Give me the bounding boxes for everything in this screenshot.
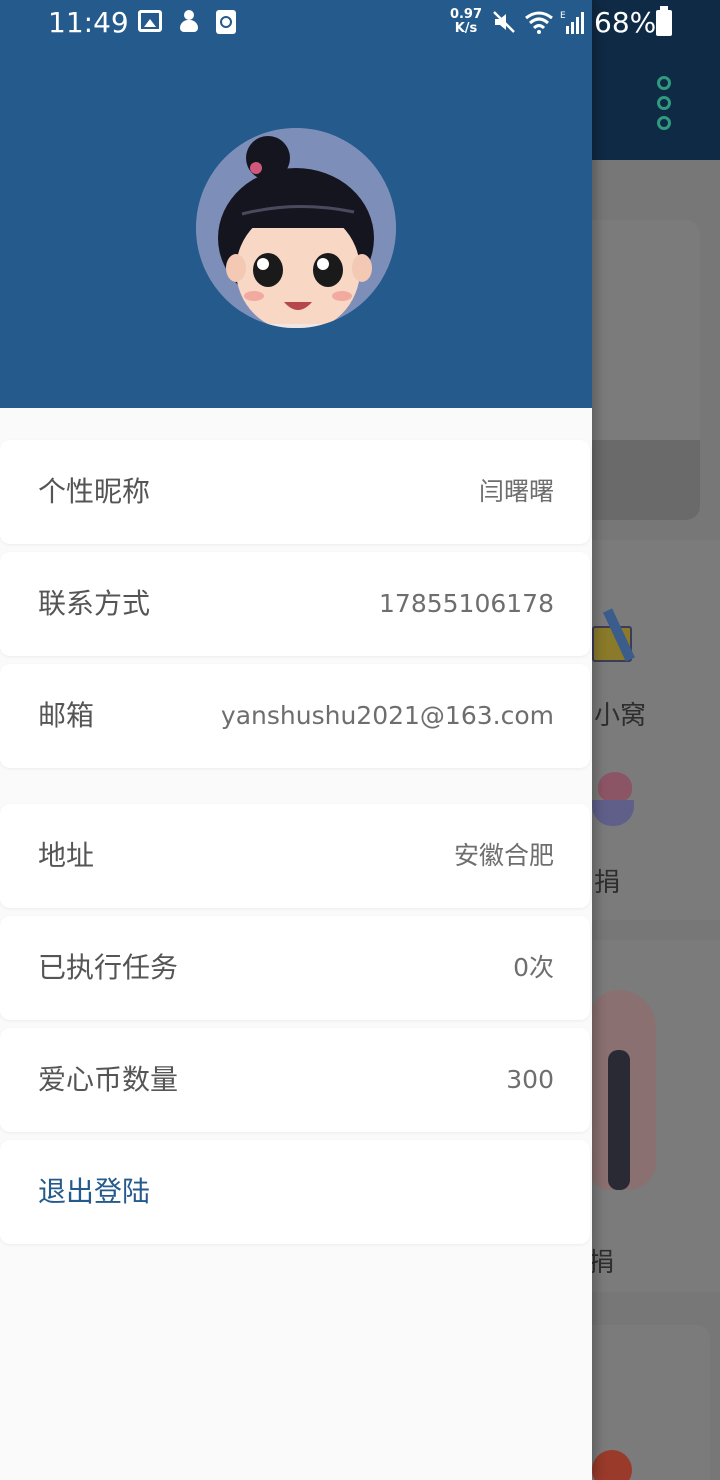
background-label-donate: 捐 (594, 868, 621, 898)
contact-value: 17855106178 (379, 589, 554, 618)
navigation-drawer: 个性昵称 闫曙曙 联系方式 17855106178 邮箱 yanshushu20… (0, 0, 592, 1480)
status-time: 11:49 (48, 6, 129, 39)
battery-icon (656, 6, 672, 36)
logout-label: 退出登陆 (38, 1175, 151, 1208)
background-illustration (590, 990, 660, 1210)
email-value: yanshushu2021@163.com (220, 701, 554, 730)
profile-row-tasks[interactable]: 已执行任务 0次 (0, 916, 590, 1020)
tasks-label: 已执行任务 (38, 951, 179, 984)
address-value: 安徽合肥 (453, 841, 554, 870)
heart-hand-icon (592, 772, 634, 832)
status-bar: 11:49 0.97 K/s E 68% (0, 0, 720, 48)
more-vertical-icon (652, 76, 676, 132)
contact-label: 联系方式 (38, 587, 151, 620)
cell-signal-icon: E (560, 10, 586, 34)
battery-percent: 68% (594, 6, 657, 39)
coins-value: 300 (506, 1065, 554, 1094)
app-notification-icon (178, 10, 200, 34)
gallery-notification-icon (138, 10, 162, 32)
nickname-value: 闫曙曙 (478, 477, 554, 506)
wifi-icon (524, 10, 554, 34)
profile-row-contact[interactable]: 联系方式 17855106178 (0, 552, 590, 656)
profile-row-email[interactable]: 邮箱 yanshushu2021@163.com (0, 664, 590, 768)
nickname-label: 个性昵称 (38, 475, 151, 508)
profile-row-address[interactable]: 地址 安徽合肥 (0, 804, 590, 908)
drawer-header (0, 0, 592, 408)
cartoon-girl-avatar-icon (196, 128, 396, 328)
address-label: 地址 (38, 839, 95, 872)
coins-label: 爱心币数量 (38, 1063, 179, 1096)
tasks-value: 0次 (513, 953, 554, 982)
clock-notification-icon (216, 10, 236, 34)
svg-text:E: E (560, 11, 566, 21)
profile-info-list: 个性昵称 闫曙曙 联系方式 17855106178 邮箱 yanshushu20… (0, 440, 592, 1252)
profile-row-coins[interactable]: 爱心币数量 300 (0, 1028, 590, 1132)
background-label-home: 小窝 (594, 701, 647, 731)
avatar[interactable] (196, 128, 396, 328)
gift-box-icon (592, 608, 636, 664)
mute-icon (492, 10, 516, 34)
network-speed-value: 0.97 (449, 7, 483, 22)
profile-row-nickname[interactable]: 个性昵称 闫曙曙 (0, 440, 590, 544)
email-label: 邮箱 (38, 699, 95, 732)
network-speed-unit: K/s (454, 21, 478, 36)
network-speed: 0.97 K/s (449, 8, 483, 36)
logout-button[interactable]: 退出登陆 (0, 1140, 590, 1244)
